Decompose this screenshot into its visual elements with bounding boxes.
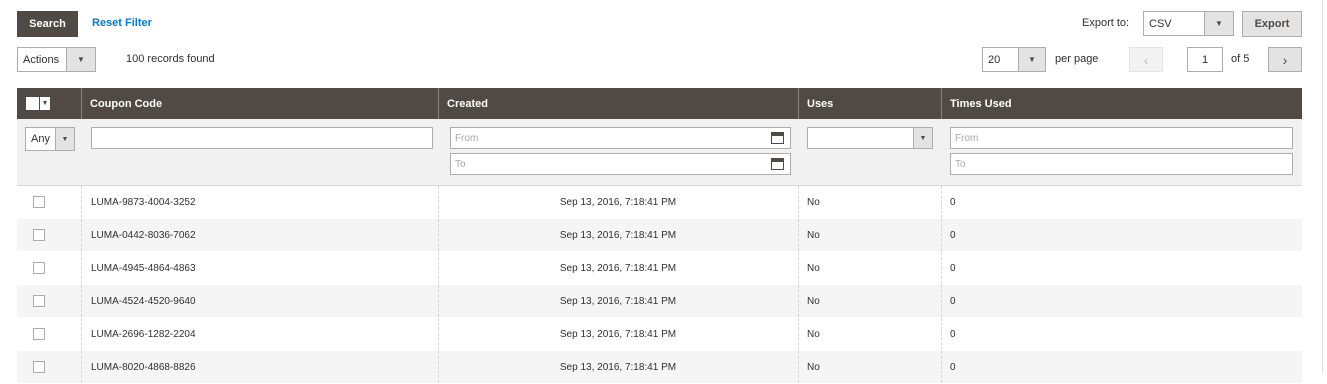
coupon-code-cell: LUMA-4945-4864-4863 bbox=[91, 262, 196, 274]
table-row[interactable]: LUMA-8020-4868-8826 Sep 13, 2016, 7:18:4… bbox=[17, 351, 1302, 384]
row-checkbox[interactable] bbox=[33, 295, 45, 307]
times-used-from-placeholder: From bbox=[955, 132, 979, 144]
table-row[interactable]: LUMA-0442-8036-7062 Sep 13, 2016, 7:18:4… bbox=[17, 219, 1302, 252]
times-used-cell: 0 bbox=[950, 262, 956, 274]
next-page-button[interactable]: › bbox=[1268, 47, 1302, 72]
page-total: of 5 bbox=[1231, 53, 1250, 65]
coupon-code-cell: LUMA-0442-8036-7062 bbox=[91, 229, 196, 241]
chevron-left-icon: ‹ bbox=[1143, 51, 1149, 68]
coupon-code-cell: LUMA-2696-1282-2204 bbox=[91, 328, 196, 340]
row-checkbox[interactable] bbox=[33, 328, 45, 340]
uses-cell: No bbox=[807, 328, 820, 340]
coupon-code-cell: LUMA-8020-4868-8826 bbox=[91, 361, 196, 373]
uses-cell: No bbox=[807, 196, 820, 208]
grid-header: ▼ Coupon Code Created Uses Times Used bbox=[17, 88, 1302, 119]
uses-filter-select[interactable]: ▼ bbox=[807, 127, 933, 149]
times-used-cell: 0 bbox=[950, 328, 956, 340]
column-header-times-used[interactable]: Times Used bbox=[941, 88, 1302, 119]
times-used-cell: 0 bbox=[950, 295, 956, 307]
per-page-select[interactable]: 20 ▼ bbox=[982, 47, 1046, 72]
actions-label: Actions bbox=[23, 53, 60, 66]
column-header-coupon-code[interactable]: Coupon Code bbox=[81, 88, 438, 119]
chevron-down-icon: ▼ bbox=[1018, 48, 1045, 71]
coupon-code-cell: LUMA-4524-4520-9640 bbox=[91, 295, 196, 307]
uses-cell: No bbox=[807, 262, 820, 274]
filter-row: Any ▼ From To ▼ From To bbox=[17, 119, 1302, 186]
chevron-down-icon: ▼ bbox=[55, 128, 74, 150]
uses-cell: No bbox=[807, 229, 820, 241]
created-to-input[interactable]: To bbox=[450, 153, 791, 175]
previous-page-button[interactable]: ‹ bbox=[1129, 47, 1163, 72]
massaction-filter-value: Any bbox=[31, 133, 50, 145]
chevron-down-icon: ▼ bbox=[39, 97, 50, 110]
export-format-select[interactable]: CSV ▼ bbox=[1143, 11, 1234, 36]
times-used-from-input[interactable]: From bbox=[950, 127, 1293, 149]
created-cell: Sep 13, 2016, 7:18:41 PM bbox=[559, 295, 677, 307]
export-button[interactable]: Export bbox=[1242, 11, 1302, 37]
times-used-to-placeholder: To bbox=[955, 158, 966, 170]
chevron-down-icon: ▼ bbox=[66, 48, 95, 71]
massaction-filter-select[interactable]: Any ▼ bbox=[25, 127, 75, 151]
times-used-cell: 0 bbox=[950, 229, 956, 241]
chevron-down-icon: ▼ bbox=[913, 128, 932, 148]
created-cell: Sep 13, 2016, 7:18:41 PM bbox=[559, 262, 677, 274]
table-row[interactable]: LUMA-4524-4520-9640 Sep 13, 2016, 7:18:4… bbox=[17, 285, 1302, 318]
export-format-value: CSV bbox=[1149, 17, 1172, 30]
records-found: 100 records found bbox=[126, 53, 215, 65]
row-checkbox[interactable] bbox=[33, 361, 45, 373]
table-row[interactable]: LUMA-4945-4864-4863 Sep 13, 2016, 7:18:4… bbox=[17, 252, 1302, 285]
column-header-uses[interactable]: Uses bbox=[798, 88, 941, 119]
calendar-icon[interactable] bbox=[771, 132, 784, 144]
created-cell: Sep 13, 2016, 7:18:41 PM bbox=[559, 328, 677, 340]
per-page-label: per page bbox=[1055, 53, 1099, 65]
column-header-created[interactable]: Created bbox=[438, 88, 798, 119]
times-used-cell: 0 bbox=[950, 361, 956, 373]
per-page-value: 20 bbox=[988, 53, 1001, 66]
calendar-icon[interactable] bbox=[771, 158, 784, 170]
uses-cell: No bbox=[807, 295, 820, 307]
row-checkbox[interactable] bbox=[33, 229, 45, 241]
coupon-code-filter-input[interactable] bbox=[91, 127, 433, 149]
grid-body: LUMA-9873-4004-3252 Sep 13, 2016, 7:18:4… bbox=[17, 186, 1302, 384]
chevron-right-icon: › bbox=[1282, 51, 1288, 68]
uses-cell: No bbox=[807, 361, 820, 373]
times-used-cell: 0 bbox=[950, 196, 956, 208]
export-to-label: Export to: bbox=[1082, 17, 1130, 29]
table-row[interactable]: LUMA-9873-4004-3252 Sep 13, 2016, 7:18:4… bbox=[17, 186, 1302, 219]
checkbox-icon bbox=[26, 97, 39, 110]
chevron-down-icon: ▼ bbox=[1204, 12, 1233, 35]
created-cell: Sep 13, 2016, 7:18:41 PM bbox=[559, 196, 677, 208]
created-cell: Sep 13, 2016, 7:18:41 PM bbox=[559, 361, 677, 373]
created-cell: Sep 13, 2016, 7:18:41 PM bbox=[559, 229, 677, 241]
reset-filter-link[interactable]: Reset Filter bbox=[92, 17, 152, 29]
created-to-placeholder: To bbox=[455, 158, 466, 170]
page-scroll-edge bbox=[1322, 0, 1323, 374]
actions-select[interactable]: Actions ▼ bbox=[17, 47, 96, 72]
mass-select-checkbox[interactable]: ▼ bbox=[26, 97, 50, 110]
created-from-placeholder: From bbox=[455, 132, 479, 144]
created-from-input[interactable]: From bbox=[450, 127, 791, 149]
row-checkbox[interactable] bbox=[33, 262, 45, 274]
table-row[interactable]: LUMA-2696-1282-2204 Sep 13, 2016, 7:18:4… bbox=[17, 318, 1302, 351]
search-button[interactable]: Search bbox=[17, 11, 78, 37]
times-used-to-input[interactable]: To bbox=[950, 153, 1293, 175]
coupon-grid: ▼ Coupon Code Created Uses Times Used An… bbox=[17, 88, 1302, 384]
row-checkbox[interactable] bbox=[33, 196, 45, 208]
page-number-input[interactable]: 1 bbox=[1187, 47, 1223, 72]
coupon-code-cell: LUMA-9873-4004-3252 bbox=[91, 196, 196, 208]
